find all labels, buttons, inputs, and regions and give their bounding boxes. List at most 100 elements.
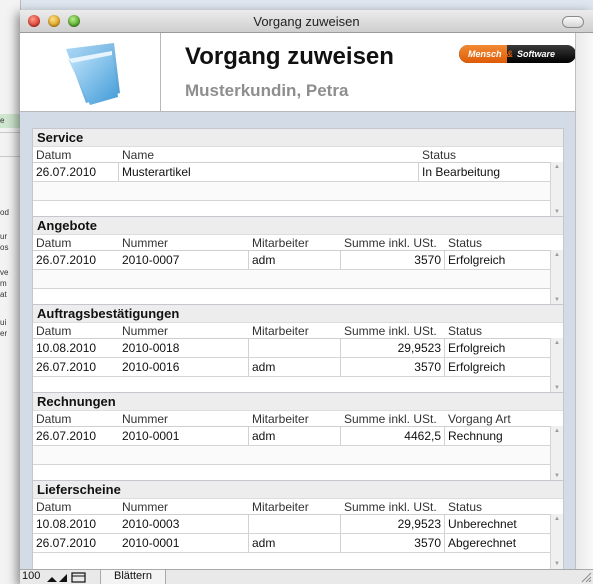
auftragsbestaetigungen-column-headers: Datum Nummer Mitarbeiter Summe inkl. USt…	[33, 323, 563, 339]
cell-nummer: 2010-0016	[122, 360, 180, 374]
column-header-mitarbeiter: Mitarbeiter	[252, 236, 309, 250]
column-divider	[340, 534, 341, 552]
scroll-up-icon[interactable]: ▲	[554, 516, 560, 522]
vorgang-zuweisen-window: Vorgang zuweisen Vorgang zuweisen Muster…	[20, 10, 593, 584]
window-titlebar[interactable]: Vorgang zuweisen	[20, 10, 593, 33]
column-divider	[444, 358, 445, 376]
scroll-up-icon[interactable]: ▲	[554, 164, 560, 170]
background-text: at	[0, 290, 7, 299]
table-row[interactable]: 26.07.2010 2010-0001 adm 3570 Abgerechne…	[33, 534, 551, 553]
table-row[interactable]: 26.07.2010 2010-0001 adm 4462,5 Rechnung	[33, 427, 551, 446]
auftragsbestaetigungen-portal: Auftragsbestätigungen Datum Nummer Mitar…	[32, 304, 564, 394]
cell-status: Erfolgreich	[448, 341, 506, 355]
portal-scrollbar[interactable]: ▲ ▼	[550, 250, 563, 305]
cell-status: Unberechnet	[448, 517, 517, 531]
column-header-nummer: Nummer	[122, 236, 169, 250]
column-divider	[248, 251, 249, 269]
table-row[interactable]: 26.07.2010 2010-0007 adm 3570 Erfolgreic…	[33, 251, 551, 270]
column-header-datum: Datum	[36, 412, 72, 426]
table-row-empty[interactable]	[33, 182, 551, 201]
column-divider	[340, 339, 341, 357]
window-title: Vorgang zuweisen	[253, 14, 360, 29]
column-divider	[248, 358, 249, 376]
background-text: os	[0, 243, 9, 252]
scroll-down-icon[interactable]: ▼	[554, 385, 560, 391]
cell-summe: 29,9523	[397, 341, 441, 355]
brand-logo-left: Mensch	[459, 45, 507, 63]
column-header-status: Status	[448, 236, 483, 250]
cell-nummer: 2010-0001	[122, 536, 180, 550]
brand-logo: Mensch & Software	[459, 45, 576, 63]
column-header-mitarbeiter: Mitarbeiter	[252, 412, 309, 426]
cell-mitarbeiter: adm	[252, 360, 276, 374]
cell-status: In Bearbeitung	[422, 165, 501, 179]
section-title-service: Service	[33, 129, 563, 147]
column-header-datum: Datum	[36, 324, 72, 338]
column-header-summe: Summe inkl. USt.	[344, 500, 437, 514]
table-row-empty[interactable]	[33, 270, 551, 289]
service-column-headers: Datum Name Status	[33, 147, 563, 163]
cell-datum: 26.07.2010	[36, 536, 97, 550]
section-title-rechnungen: Rechnungen	[33, 393, 563, 411]
column-divider	[418, 163, 419, 181]
column-divider	[444, 427, 445, 445]
angebote-portal: Angebote Datum Nummer Mitarbeiter Summe …	[32, 216, 564, 306]
cell-nummer: 2010-0001	[122, 429, 180, 443]
table-row[interactable]: 10.08.2010 2010-0003 29,9523 Unberechnet	[33, 515, 551, 534]
cell-mitarbeiter: adm	[252, 253, 276, 267]
table-row[interactable]: 26.07.2010 Musterartikel In Bearbeitung	[33, 163, 551, 182]
service-portal: Service Datum Name Status 26.07.2010 Mus…	[32, 128, 564, 218]
mode-selector[interactable]: Blättern	[100, 570, 166, 584]
column-divider	[340, 251, 341, 269]
scroll-up-icon[interactable]: ▲	[554, 252, 560, 258]
column-header-status: Status	[448, 324, 483, 338]
column-divider	[118, 163, 119, 181]
scroll-down-icon[interactable]: ▼	[554, 297, 560, 303]
table-row[interactable]: 10.08.2010 2010-0018 29,9523 Erfolgreich	[33, 339, 551, 358]
column-header-name: Name	[122, 148, 155, 162]
portal-scrollbar[interactable]: ▲ ▼	[550, 514, 563, 569]
column-header-nummer: Nummer	[122, 500, 169, 514]
scroll-down-icon[interactable]: ▼	[554, 473, 560, 479]
cell-datum: 10.08.2010	[36, 517, 97, 531]
column-header-status: Status	[448, 500, 483, 514]
scroll-up-icon[interactable]: ▲	[554, 340, 560, 346]
column-divider	[248, 339, 249, 357]
cell-datum: 26.07.2010	[36, 429, 97, 443]
toolbar-toggle-button[interactable]	[562, 16, 584, 28]
window-scrollbar[interactable]	[575, 33, 593, 570]
portal-scrollbar[interactable]: ▲ ▼	[550, 162, 563, 217]
table-row[interactable]: 26.07.2010 2010-0016 adm 3570 Erfolgreic…	[33, 358, 551, 377]
customer-name: Musterkundin, Petra	[185, 81, 349, 100]
scroll-down-icon[interactable]: ▼	[554, 209, 560, 215]
column-divider	[444, 515, 445, 533]
column-header-summe: Summe inkl. USt.	[344, 324, 437, 338]
cell-datum: 26.07.2010	[36, 360, 97, 374]
background-divider	[0, 156, 20, 157]
resize-grip-icon[interactable]	[580, 571, 592, 583]
background-text: ur	[0, 232, 8, 241]
cell-datum: 26.07.2010	[36, 253, 97, 267]
zoom-controls-icon[interactable]	[46, 571, 90, 583]
column-header-vorgang-art: Vorgang Art	[448, 412, 511, 426]
column-divider	[248, 534, 249, 552]
scroll-down-icon[interactable]: ▼	[554, 561, 560, 567]
column-header-summe: Summe inkl. USt.	[344, 236, 437, 250]
portal-scrollbar[interactable]: ▲ ▼	[550, 338, 563, 393]
rechnungen-portal: Rechnungen Datum Nummer Mitarbeiter Summ…	[32, 392, 564, 482]
column-divider	[444, 251, 445, 269]
column-divider	[444, 339, 445, 357]
table-row-empty[interactable]	[33, 446, 551, 465]
column-divider	[340, 427, 341, 445]
cell-nummer: 2010-0007	[122, 253, 180, 267]
background-text: od	[0, 208, 9, 217]
column-header-nummer: Nummer	[122, 324, 169, 338]
scroll-up-icon[interactable]: ▲	[554, 428, 560, 434]
zoom-level[interactable]: 100	[22, 570, 40, 582]
angebote-column-headers: Datum Nummer Mitarbeiter Summe inkl. USt…	[33, 235, 563, 251]
content-area: Service Datum Name Status 26.07.2010 Mus…	[20, 112, 576, 570]
column-header-datum: Datum	[36, 236, 72, 250]
cell-datum: 26.07.2010	[36, 165, 97, 179]
column-header-mitarbeiter: Mitarbeiter	[252, 500, 309, 514]
portal-scrollbar[interactable]: ▲ ▼	[550, 426, 563, 481]
